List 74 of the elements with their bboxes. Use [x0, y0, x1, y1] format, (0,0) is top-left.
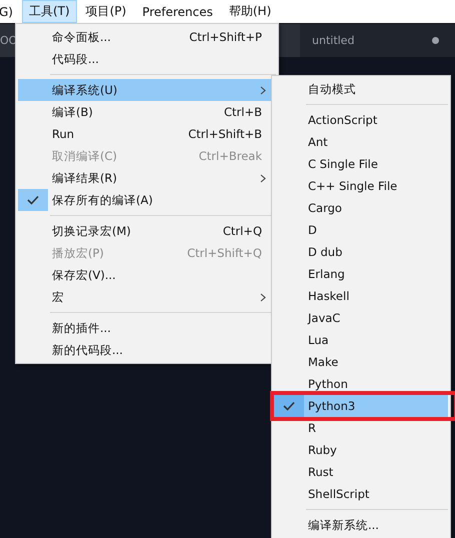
menu-item-label: D: [307, 223, 317, 237]
menu-item-label: Erlang: [307, 267, 345, 281]
menu-item-label: ShellScript: [307, 487, 370, 501]
menu-item[interactable]: Haskell: [274, 285, 448, 307]
menu-item[interactable]: Lua: [274, 329, 448, 351]
menu-item[interactable]: D dub: [274, 241, 448, 263]
menu-item-label: 切换记录宏(M): [51, 224, 131, 238]
menu-item-label: 命令面板...: [51, 30, 111, 44]
menu-item-label: Make: [307, 355, 338, 369]
shortcut-text: Ctrl+Q: [222, 224, 262, 238]
menu-bar-item[interactable]: G): [0, 2, 20, 22]
menu-item-label: 播放宏(P): [51, 246, 104, 260]
menu-item[interactable]: ShellScript: [274, 483, 448, 505]
menu-item[interactable]: Ant: [274, 131, 448, 153]
menu-item[interactable]: Ruby: [274, 439, 448, 461]
menu-item-label: Ruby: [307, 443, 337, 457]
chevron-right-icon: [260, 86, 266, 94]
tab[interactable]: untitled: [312, 34, 354, 47]
menu-item-label: 编译结果(R): [51, 170, 117, 186]
menu-item-label: 编译新系统...: [307, 518, 379, 532]
menu-item[interactable]: Make: [274, 351, 448, 373]
menu-item-label: D dub: [307, 245, 342, 259]
menu-item[interactable]: 代码段...: [18, 48, 276, 70]
menu-item[interactable]: Rust: [274, 461, 448, 483]
menu-item-label: 新的插件...: [51, 320, 111, 336]
menu-item[interactable]: Erlang: [274, 263, 448, 285]
menu-item[interactable]: Python: [274, 373, 448, 395]
menu-item-label: Rust: [307, 465, 334, 479]
menu-item-label: 宏: [51, 290, 64, 304]
menu-item[interactable]: ActionScript: [274, 109, 448, 131]
menu-item-label: 代码段...: [51, 52, 99, 66]
chevron-right-icon: [260, 174, 266, 182]
menu-item-label: 保存宏(V)...: [51, 268, 116, 282]
menu-item[interactable]: 宏: [18, 286, 276, 308]
menu-item-label: Python3: [307, 399, 356, 413]
shortcut-text: Ctrl+Shift+Q: [187, 246, 262, 260]
menu-item-label: 取消编译(C): [51, 148, 118, 164]
menu-item[interactable]: 保存所有的编译(A): [18, 189, 276, 211]
menu-item[interactable]: 编译结果(R): [18, 167, 276, 189]
menu-item-label: Cargo: [307, 201, 342, 215]
shortcut-text: Ctrl+B: [224, 105, 262, 119]
chevron-right-icon: [260, 292, 266, 302]
menu-item[interactable]: C++ Single File: [274, 175, 448, 197]
menu-item-label: C Single File: [307, 157, 378, 171]
menu-item[interactable]: 命令面板... Ctrl+Shift+P: [18, 26, 276, 48]
shortcut-text: Ctrl+Shift+B: [188, 127, 262, 141]
menu-item-label: ActionScript: [307, 113, 378, 127]
menu-item-label: Run: [51, 127, 74, 141]
menu-item[interactable]: 编译新系统...: [274, 514, 448, 536]
menu-item-label: Haskell: [307, 289, 350, 303]
menu-bar-item[interactable]: Preferences: [135, 2, 220, 22]
menu-item-label: Lua: [307, 333, 329, 347]
menu-item-label: C++ Single File: [307, 179, 398, 193]
shortcut-text: Ctrl+Shift+P: [189, 30, 262, 44]
menu-item-label: Ant: [307, 135, 328, 149]
menu-item-label: JavaC: [306, 311, 340, 325]
menu-item[interactable]: Cargo: [274, 197, 448, 219]
menu-item-label: 编译系统(U): [51, 82, 118, 98]
menu-item-label: 保存所有的编译(A): [51, 192, 153, 208]
menu-item-label: 自动模式: [307, 82, 356, 96]
menu-bar-item[interactable]: 帮助(H): [222, 0, 278, 23]
menu-item[interactable]: D: [274, 219, 448, 241]
menu-item-label: 编译(B): [51, 104, 93, 120]
menu-item-label: Python: [307, 377, 348, 391]
menu-bar-item[interactable]: 项目(P): [78, 0, 134, 23]
menu-item[interactable]: C Single File: [274, 153, 448, 175]
unsaved-dot-icon: [432, 37, 439, 44]
menu-item-label: R: [307, 421, 316, 435]
menu-bar-item[interactable]: 工具(T): [22, 0, 77, 23]
menu-item[interactable]: JavaC: [274, 307, 448, 329]
menu-item[interactable]: R: [274, 417, 448, 439]
shortcut-text: Ctrl+Break: [198, 149, 262, 163]
menu-item[interactable]: 自动模式: [274, 78, 448, 100]
menu-item-label: 新的代码段...: [51, 342, 123, 358]
